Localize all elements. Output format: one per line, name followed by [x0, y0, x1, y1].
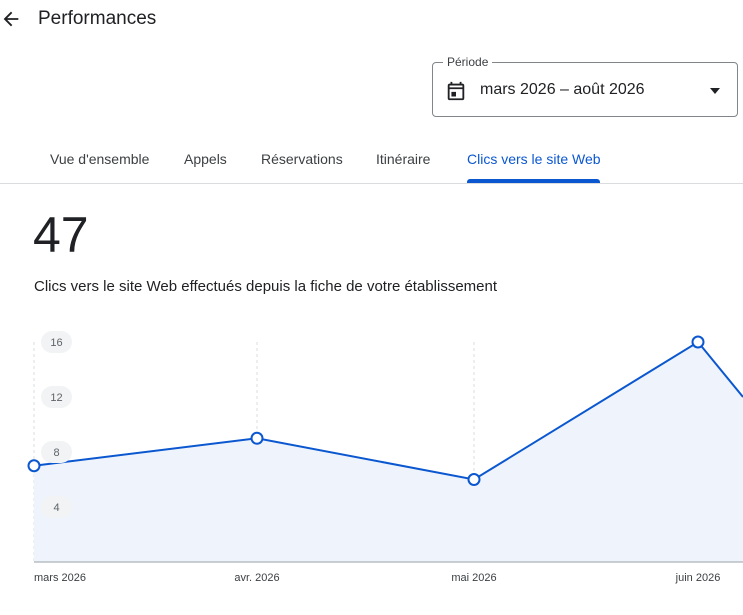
tab-website-clicks[interactable]: Clics vers le site Web: [467, 151, 601, 167]
total-description: Clics vers le site Web effectués depuis …: [34, 278, 498, 295]
tab-directions[interactable]: Itinéraire: [376, 151, 430, 167]
tab-bar: Vue d'ensemble Appels Réservations Itiné…: [0, 140, 743, 184]
tab-calls[interactable]: Appels: [184, 151, 227, 167]
y-tick-label: 12: [41, 386, 72, 408]
period-label: Période: [443, 55, 493, 69]
period-value: mars 2026 – août 2026: [480, 81, 645, 98]
x-tick-label: juin 2026: [675, 572, 721, 584]
data-point[interactable]: [467, 473, 481, 486]
calendar-icon: [447, 81, 465, 101]
data-point[interactable]: [250, 431, 264, 445]
website-clicks-chart: 16 12 8 4 mars 2026 avr. 2026 mai 2026 juin 20…: [27, 331, 743, 584]
x-tick-label: avr. 2026: [234, 572, 279, 584]
x-tick-label: mai 2026: [451, 572, 496, 584]
tab-overview[interactable]: Vue d'ensemble: [50, 151, 149, 167]
data-point[interactable]: [691, 335, 705, 349]
tab-bookings[interactable]: Réservations: [261, 151, 343, 167]
arrow-drop-down-icon: [710, 88, 720, 94]
svg-text:12: 12: [50, 392, 62, 404]
header: Performances: [0, 0, 743, 40]
x-axis-labels: mars 2026 avr. 2026 mai 2026 juin 2026: [34, 572, 720, 584]
y-tick-label: 16: [41, 331, 72, 353]
svg-text:16: 16: [50, 337, 62, 349]
arrow-back-icon[interactable]: [0, 8, 22, 30]
y-tick-label: 8: [41, 441, 72, 463]
active-tab-indicator: [467, 179, 600, 183]
page-title: Performances: [38, 8, 157, 29]
y-tick-label: 4: [41, 496, 72, 518]
period-select[interactable]: Période mars 2026 – août 2026: [432, 55, 738, 117]
x-tick-label: mars 2026: [34, 572, 86, 584]
svg-text:8: 8: [53, 447, 59, 459]
data-point[interactable]: [27, 459, 41, 473]
total-count: 47: [33, 207, 89, 263]
svg-text:4: 4: [53, 502, 59, 514]
